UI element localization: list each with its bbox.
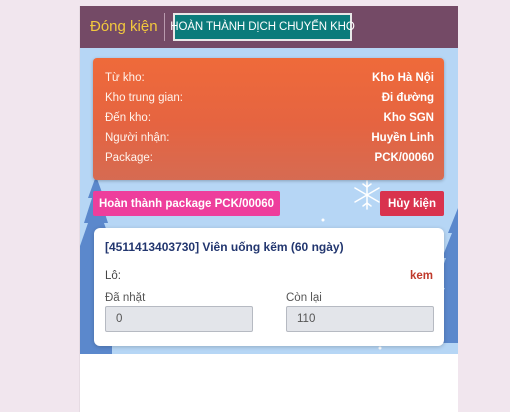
lot-value: kem [409, 270, 433, 282]
to-warehouse-row: Đến kho: Kho SGN [105, 109, 434, 127]
packing-panel: Đóng kiện HOÀN THÀNH DỊCH CHUYỂN KHO Từ … [79, 6, 458, 412]
package-value: PCK/00060 [374, 152, 434, 164]
from-warehouse-label: Từ kho: [105, 72, 145, 84]
header-divider [164, 13, 165, 41]
from-warehouse-row: Từ kho: Kho Hà Nội [105, 69, 434, 87]
winter-scene: Từ kho: Kho Hà Nội Kho trung gian: Đi đư… [80, 48, 458, 354]
cancel-package-button[interactable]: Hủy kiện [380, 191, 444, 216]
lot-label: Lô: [105, 270, 121, 282]
picked-quantity-field[interactable]: 0 [105, 306, 253, 332]
transit-warehouse-label: Kho trung gian: [105, 92, 184, 104]
bottom-area [80, 354, 458, 412]
product-card: [4511413403730] Viên uống kẽm (60 ngày) … [94, 228, 444, 346]
to-warehouse-value: Kho SGN [383, 112, 434, 124]
complete-transfer-button[interactable]: HOÀN THÀNH DỊCH CHUYỂN KHO [170, 13, 355, 41]
transit-warehouse-row: Kho trung gian: Đi đường [105, 89, 434, 107]
page-title: Đóng kiện [90, 18, 158, 35]
remaining-quantity-field[interactable]: 110 [286, 306, 434, 332]
snowflake-icon [354, 180, 380, 210]
recipient-value: Huyền Linh [371, 132, 434, 144]
package-label: Package: [105, 152, 153, 164]
remaining-label: Còn lại [286, 292, 322, 304]
picked-label: Đã nhặt [105, 292, 146, 304]
recipient-row: Người nhận: Huyền Linh [105, 129, 434, 147]
transit-warehouse-value: Đi đường [381, 92, 434, 104]
to-warehouse-label: Đến kho: [105, 112, 152, 124]
product-title: [4511413403730] Viên uống kẽm (60 ngày) [105, 240, 344, 254]
complete-package-button[interactable]: Hoàn thành package PCK/00060 [93, 191, 280, 216]
header-bar: Đóng kiện HOÀN THÀNH DỊCH CHUYỂN KHO [80, 6, 458, 48]
package-row: Package: PCK/00060 [105, 149, 434, 167]
transfer-info-card: Từ kho: Kho Hà Nội Kho trung gian: Đi đư… [93, 58, 444, 180]
from-warehouse-value: Kho Hà Nội [372, 72, 434, 84]
recipient-label: Người nhận: [105, 132, 170, 144]
